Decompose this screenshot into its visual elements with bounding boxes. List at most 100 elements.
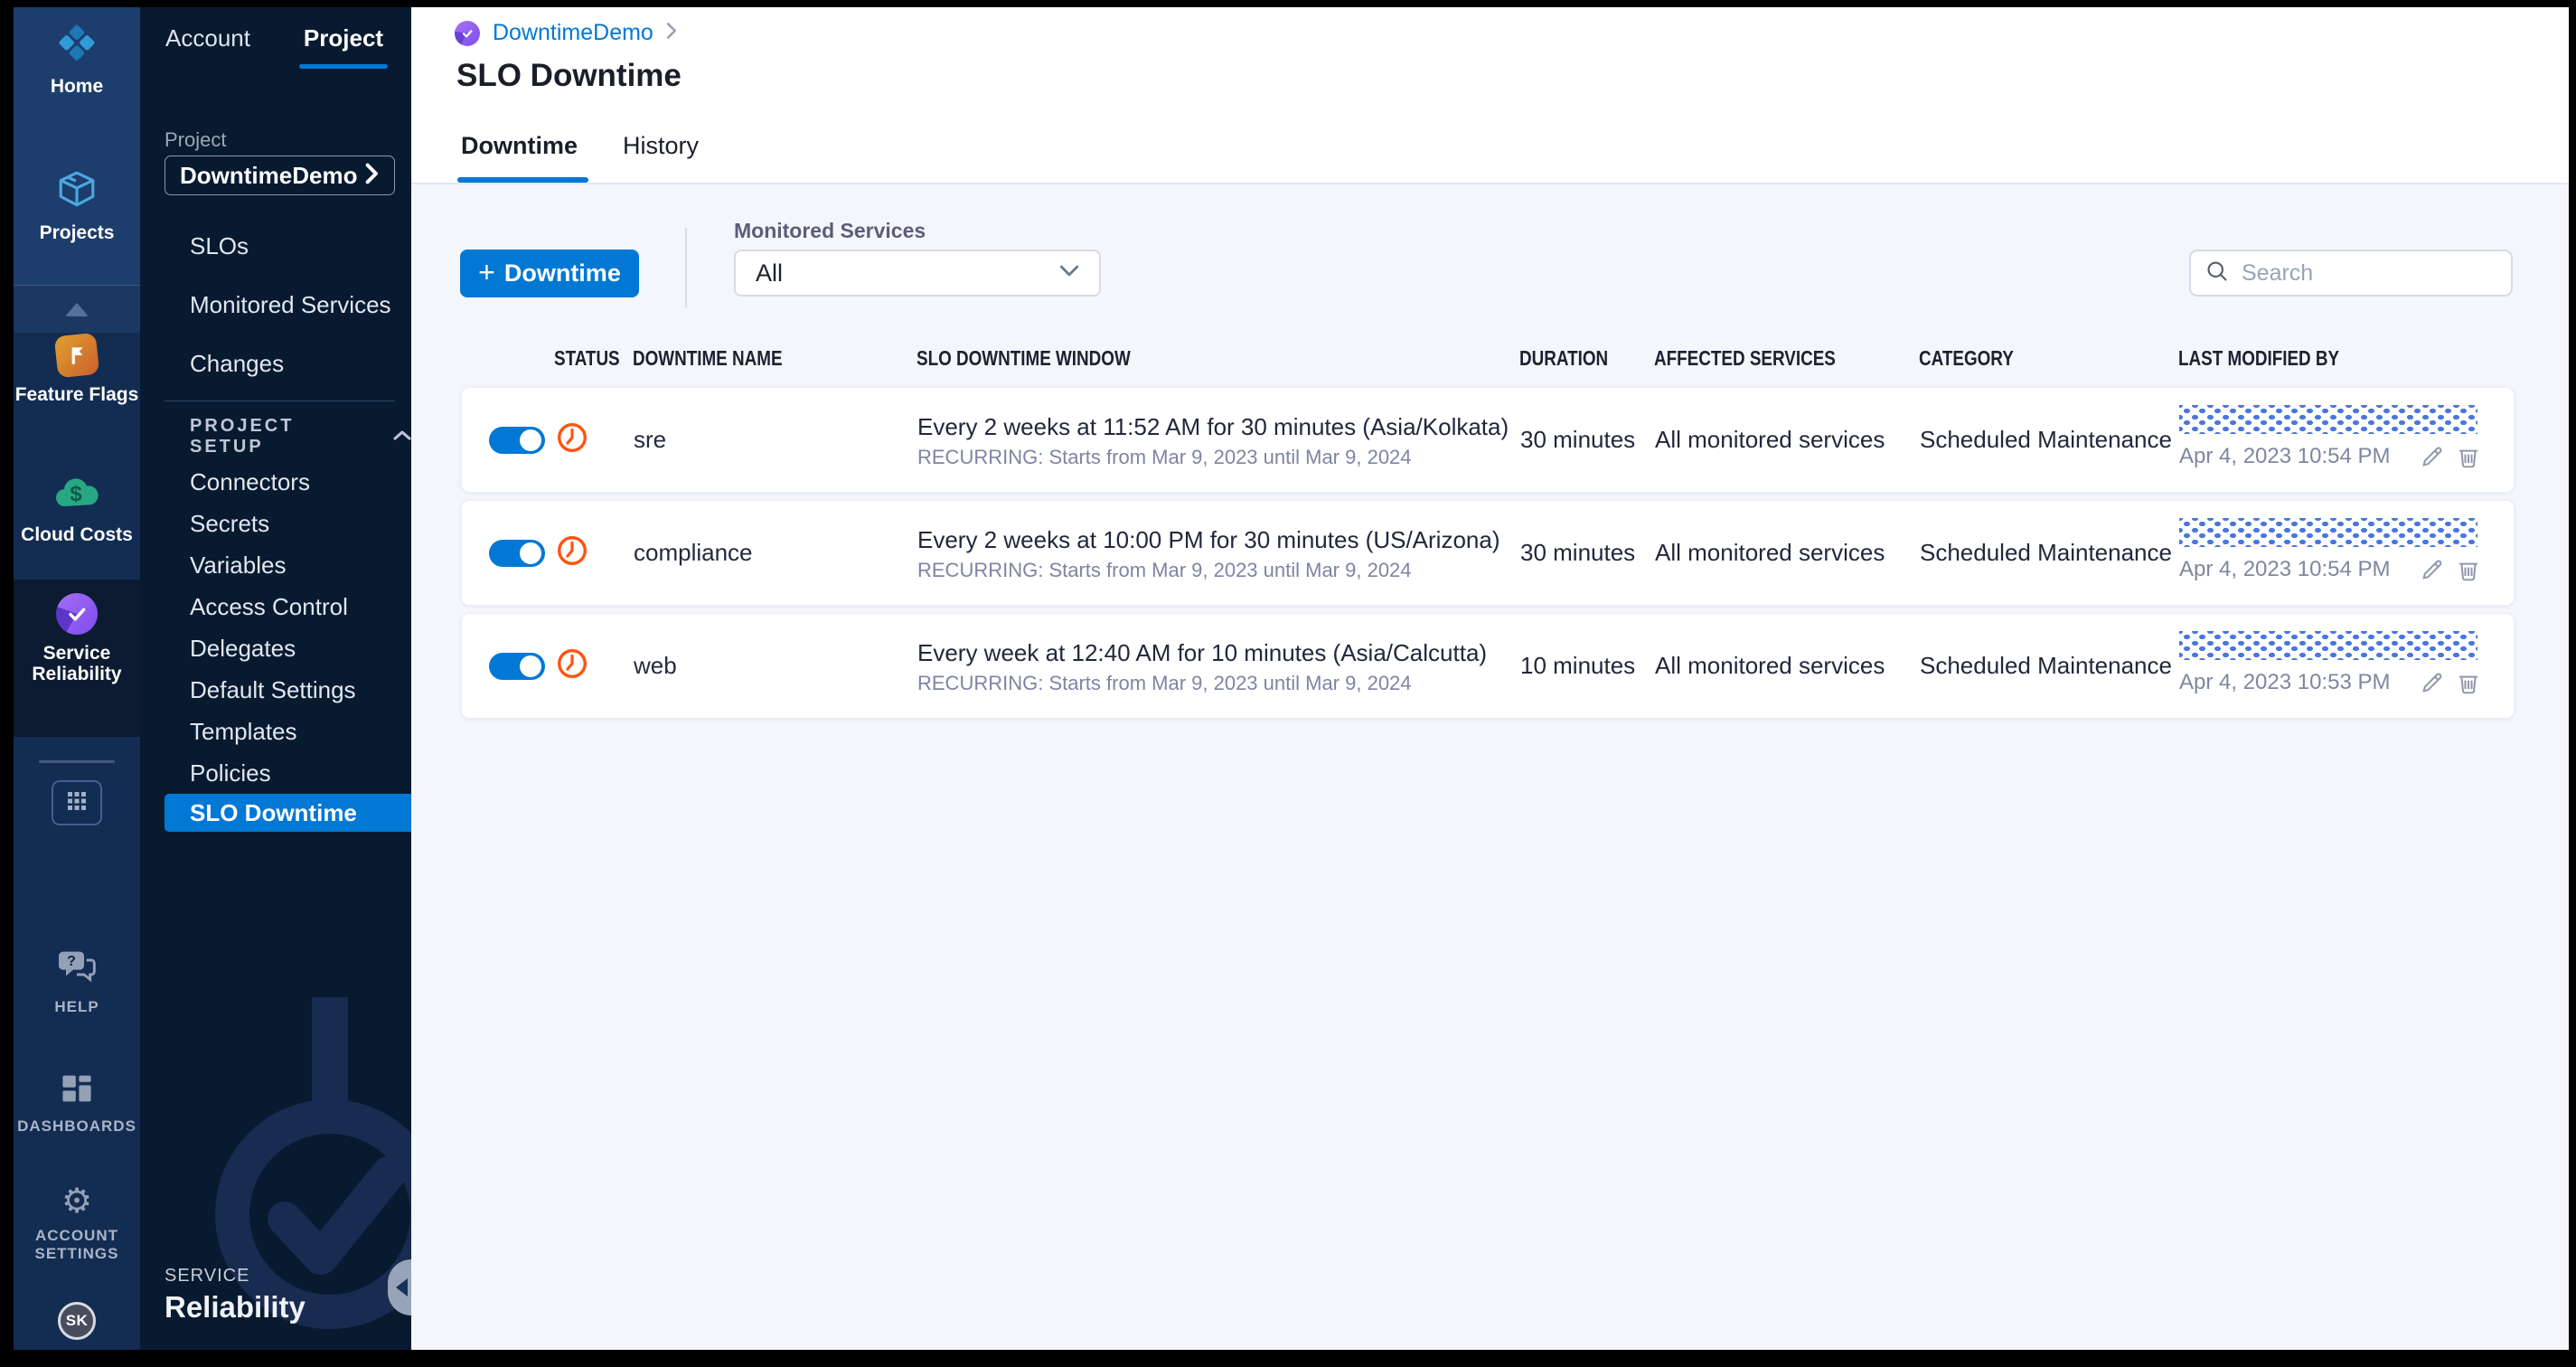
sidebar-item-label: ACCOUNT SETTINGS: [34, 1227, 119, 1262]
plus-icon: +: [478, 255, 495, 288]
sidebar-item-help[interactable]: ? HELP: [14, 949, 140, 1016]
gear-icon: ⚙: [61, 1183, 93, 1221]
last-modified-date: Apr 4, 2023 10:53 PM: [2179, 670, 2391, 694]
module-grid-button[interactable]: [52, 780, 102, 825]
module-footer-kicker: SERVICE: [165, 1266, 250, 1286]
sidebar-item-service-reliability[interactable]: Service Reliability: [14, 593, 140, 684]
window-text: Every 2 weeks at 10:00 PM for 30 minutes…: [917, 525, 1500, 553]
project-selector[interactable]: DowntimeDemo: [165, 156, 395, 195]
downtime-window-cell: Every 2 weeks at 11:52 AM for 30 minutes…: [917, 411, 1520, 469]
affected-services-cell: All monitored services: [1655, 426, 1885, 453]
category-cell: Scheduled Maintenance: [1920, 426, 2172, 453]
table-row[interactable]: compliance Every 2 weeks at 10:00 PM for…: [461, 500, 2515, 606]
sidebar-item-default-settings[interactable]: Default Settings: [140, 669, 411, 711]
sidebar-item-monitored-services[interactable]: Monitored Services: [140, 276, 411, 335]
last-modified-date: Apr 4, 2023 10:54 PM: [2179, 444, 2391, 468]
search-box: [2189, 250, 2533, 297]
sidebar-item-policies[interactable]: Policies: [140, 752, 411, 794]
sidebar-item-slo-downtime-active[interactable]: SLO Downtime: [165, 794, 411, 832]
sidebar-item-home[interactable]: Home: [14, 24, 140, 97]
module-footer: SERVICE Reliability: [165, 1266, 306, 1325]
page-title: SLO Downtime: [456, 58, 682, 93]
downtime-name-cell: web: [634, 652, 677, 679]
last-modified-cell: Apr 4, 2023 10:53 PM: [2179, 631, 2487, 701]
home-icon: [57, 24, 97, 68]
sidebar-item-connectors[interactable]: Connectors: [140, 461, 411, 503]
new-downtime-button-label: Downtime: [503, 259, 621, 287]
user-avatar[interactable]: SK: [58, 1302, 96, 1340]
breadcrumb: DowntimeDemo: [455, 20, 678, 46]
project-sidebar: Account Project Project DowntimeDemo SLO…: [140, 7, 411, 1350]
svg-text:$: $: [70, 482, 82, 506]
project-setup-section-header[interactable]: PROJECT SETUP: [140, 416, 411, 457]
monitored-services-dropdown[interactable]: All: [734, 250, 1101, 297]
apps-grid-icon: [66, 790, 88, 816]
tab-history[interactable]: History: [623, 127, 699, 183]
edit-button[interactable]: [2414, 665, 2450, 701]
breadcrumb-project-link[interactable]: DowntimeDemo: [493, 20, 653, 46]
sidebar-item-slos[interactable]: SLOs: [140, 217, 411, 276]
column-header-affected-services: AFFECTED SERVICES: [1654, 345, 1836, 370]
delete-button[interactable]: [2450, 665, 2487, 701]
recurrence-text: RECURRING: Starts from Mar 9, 2023 until…: [917, 445, 1412, 468]
chevron-right-icon: [365, 163, 380, 189]
edit-button[interactable]: [2414, 552, 2450, 588]
cloud-costs-icon: $: [53, 476, 100, 516]
project-setup-menu: Connectors Secrets Variables Access Cont…: [140, 461, 411, 794]
sidebar-item-profile[interactable]: SK: [14, 1302, 140, 1340]
sidebar-collapse-strip[interactable]: [14, 285, 140, 333]
chevron-down-icon: [1059, 265, 1079, 281]
caret-up-icon: [65, 302, 89, 316]
project-menu: SLOs Monitored Services Changes: [140, 217, 411, 393]
sidebar-item-cloud-costs[interactable]: $ Cloud Costs: [14, 476, 140, 545]
status-toggle[interactable]: [489, 539, 545, 567]
category-cell: Scheduled Maintenance: [1920, 652, 2172, 679]
sidebar-item-changes[interactable]: Changes: [140, 335, 411, 393]
sidebar-item-secrets[interactable]: Secrets: [140, 503, 411, 544]
screen: Home Projects Feature Flags $ Cloud Cost…: [0, 0, 2576, 1367]
scope-tabs: Account Project: [140, 7, 411, 69]
new-downtime-button[interactable]: + Downtime: [460, 250, 639, 297]
sidebar-item-access-control[interactable]: Access Control: [140, 586, 411, 627]
column-header-slo-downtime-window: SLO DOWNTIME WINDOW: [917, 345, 1131, 370]
sidebar-item-label: Home: [50, 76, 104, 97]
downtime-name-cell: sre: [634, 426, 667, 453]
sidebar-item-dashboards[interactable]: DASHBOARDS: [14, 1072, 140, 1136]
tab-project[interactable]: Project: [276, 7, 411, 69]
sidebar-divider: [39, 760, 115, 763]
status-toggle[interactable]: [489, 652, 545, 680]
delete-button[interactable]: [2450, 552, 2487, 588]
sidebar-item-projects[interactable]: Projects: [14, 168, 140, 243]
project-setup-title: PROJECT SETUP: [190, 416, 295, 457]
clock-icon: [556, 421, 588, 458]
table-row[interactable]: sre Every 2 weeks at 11:52 AM for 30 min…: [461, 387, 2515, 493]
page-tabs: Downtime History: [456, 127, 699, 183]
window-text: Every week at 12:40 AM for 10 minutes (A…: [917, 638, 1488, 666]
search-input[interactable]: [2242, 259, 2533, 287]
table-row[interactable]: web Every week at 12:40 AM for 10 minute…: [461, 613, 2515, 719]
sidebar-item-delegates[interactable]: Delegates: [140, 627, 411, 669]
status-toggle[interactable]: [489, 426, 545, 454]
sidebar-item-variables[interactable]: Variables: [140, 544, 411, 586]
delete-button[interactable]: [2450, 438, 2487, 475]
sidebar-item-label: Cloud Costs: [21, 524, 133, 545]
column-header-duration: DURATION: [1519, 345, 1609, 370]
downtime-name-cell: compliance: [634, 539, 753, 566]
sidebar-item-feature-flags[interactable]: Feature Flags: [14, 332, 140, 405]
edit-button[interactable]: [2414, 438, 2450, 475]
sidebar-item-templates[interactable]: Templates: [140, 711, 411, 752]
main-content: DowntimeDemo SLO Downtime Downtime Histo…: [411, 7, 2569, 1350]
project-selector-value: DowntimeDemo: [180, 161, 358, 189]
app-window: Home Projects Feature Flags $ Cloud Cost…: [14, 7, 2569, 1350]
tab-account[interactable]: Account: [140, 7, 276, 69]
sidebar-item-label: Service Reliability: [32, 643, 122, 684]
sidebar-item-label: HELP: [54, 998, 99, 1015]
clock-icon: [556, 647, 588, 684]
service-reliability-module-icon: [455, 20, 480, 46]
tab-downtime[interactable]: Downtime: [456, 127, 589, 183]
sidebar-collapse-button[interactable]: [388, 1259, 411, 1315]
chevron-left-icon: [396, 1278, 408, 1296]
sidebar-item-account-settings[interactable]: ⚙ ACCOUNT SETTINGS: [14, 1184, 140, 1263]
svg-text:?: ?: [67, 954, 76, 969]
sidebar-item-label: DASHBOARDS: [17, 1117, 136, 1135]
